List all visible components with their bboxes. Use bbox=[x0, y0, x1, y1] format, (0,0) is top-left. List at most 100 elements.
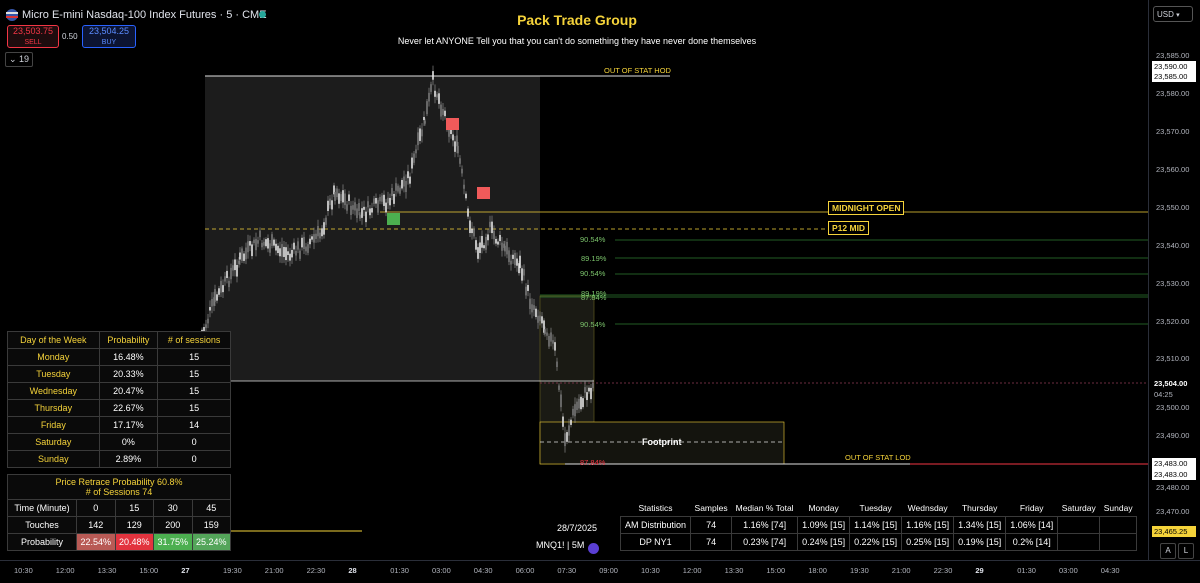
candle-body bbox=[323, 222, 325, 235]
candle-body bbox=[582, 398, 584, 408]
time-tick: 12:00 bbox=[55, 566, 75, 575]
time-tick: 18:00 bbox=[808, 566, 827, 575]
price-tick: 23,510.00 bbox=[1156, 354, 1190, 363]
log-scale-button[interactable]: L bbox=[1178, 543, 1194, 559]
candle-body bbox=[401, 179, 403, 189]
table-row: Sunday 2.89% 0 bbox=[7, 450, 231, 468]
table-header-row: Statistics Samples Median % Total Monday… bbox=[621, 500, 1137, 517]
candle-body bbox=[395, 183, 397, 191]
last-price-tag: 23,504.00 bbox=[1152, 378, 1196, 389]
candle-body bbox=[444, 110, 446, 117]
candle-body bbox=[243, 253, 245, 261]
candle-body bbox=[273, 239, 275, 246]
touches-cell: 159 bbox=[191, 516, 231, 534]
candle-body bbox=[257, 240, 259, 244]
retrace-probability: Price Retrace Probability 60.8% bbox=[55, 477, 183, 487]
candle-body bbox=[338, 193, 340, 204]
candle-body bbox=[214, 288, 216, 302]
candle-body bbox=[263, 241, 265, 246]
candle-body bbox=[516, 258, 518, 266]
candle-body bbox=[578, 398, 580, 409]
tagline: Never let ANYONE Tell you that you can't… bbox=[397, 36, 757, 46]
table-header: Samples bbox=[694, 503, 728, 513]
candle-body bbox=[523, 269, 525, 276]
candle-body bbox=[344, 193, 346, 206]
table-row: Wednesday 20.47% 15 bbox=[7, 382, 231, 400]
candle-body bbox=[399, 187, 401, 194]
candle-body bbox=[514, 252, 516, 266]
time-cell: 45 bbox=[191, 499, 231, 517]
table-header: # of sessions bbox=[157, 331, 231, 349]
candle-body bbox=[325, 217, 327, 225]
candle-body bbox=[251, 244, 253, 257]
candle-body bbox=[269, 243, 271, 253]
time-cell: 15 bbox=[114, 499, 154, 517]
buy-label: BUY bbox=[101, 39, 117, 46]
sell-button[interactable]: 23,503.75 SELL bbox=[7, 25, 59, 48]
candle-body bbox=[249, 241, 251, 246]
instrument-title[interactable]: Micro E-mini Nasdaq-100 Index Futures · … bbox=[22, 9, 267, 21]
time-tick: 09:00 bbox=[599, 566, 618, 575]
lightning-icon[interactable] bbox=[588, 543, 599, 554]
candle-body bbox=[471, 228, 473, 234]
candle-body bbox=[317, 225, 319, 237]
buy-button[interactable]: 23,504.25 BUY bbox=[82, 25, 136, 48]
probability-cell: 2.89% bbox=[98, 450, 159, 468]
time-tick: 21:00 bbox=[264, 566, 284, 575]
market-open-status-icon bbox=[259, 11, 266, 18]
candle-body bbox=[564, 433, 566, 447]
candle-body bbox=[224, 276, 226, 282]
candle-body bbox=[572, 408, 574, 416]
day-of-week-table: Day of the Week Probability # of session… bbox=[7, 331, 231, 468]
probability-cell: 25.24% bbox=[191, 533, 231, 551]
time-tick: 12:00 bbox=[682, 566, 702, 575]
spread-value: 0.50 bbox=[62, 32, 78, 41]
candle-body bbox=[287, 251, 289, 256]
candle-body bbox=[521, 268, 523, 281]
candle-body bbox=[348, 194, 350, 201]
candle-body bbox=[506, 241, 508, 255]
candle-body bbox=[220, 280, 222, 293]
table-row: Thursday 22.67% 15 bbox=[7, 399, 231, 417]
candle-body bbox=[436, 94, 438, 98]
candle-body bbox=[211, 298, 213, 307]
candle-body bbox=[295, 250, 297, 256]
candle-body bbox=[432, 71, 434, 80]
candle-body bbox=[277, 245, 279, 254]
candle-body bbox=[297, 241, 299, 250]
table-header: Statistics bbox=[638, 503, 673, 513]
stat-cell: 1.16% [15] bbox=[901, 516, 955, 534]
auto-scale-button[interactable]: A bbox=[1160, 543, 1176, 559]
candle-body bbox=[329, 198, 331, 206]
candle-body bbox=[430, 84, 432, 92]
currency-selector[interactable]: USD ▾ bbox=[1153, 6, 1193, 22]
statistics-table: Statistics Samples Median % Total Monday… bbox=[619, 500, 1138, 551]
candle-body bbox=[331, 200, 333, 210]
stat-pct-red-label: 87.84% bbox=[580, 458, 606, 467]
candle-body bbox=[301, 237, 303, 248]
candle-body bbox=[403, 176, 405, 187]
candle-body bbox=[340, 194, 342, 201]
table-header: Friday bbox=[1019, 503, 1044, 513]
candle-body bbox=[218, 288, 220, 295]
touches-cell: 129 bbox=[114, 516, 154, 534]
candle-body bbox=[303, 236, 305, 249]
candle-body bbox=[442, 108, 444, 115]
day-label: Sunday bbox=[7, 450, 100, 468]
stat-cell: 1.16% [74] bbox=[731, 516, 799, 534]
symbol-label: MNQ1! | 5M bbox=[536, 540, 585, 550]
candle-body bbox=[358, 203, 360, 211]
time-tick: 01:30 bbox=[1017, 566, 1036, 575]
time-cell: 0 bbox=[76, 499, 116, 517]
stat-cell: 1.06% [14] bbox=[1005, 516, 1059, 534]
indicators-toggle[interactable]: ⌄ 19 bbox=[5, 52, 33, 67]
stat-price-tag: 23,465.25 bbox=[1152, 526, 1196, 537]
probability-cell: 0% bbox=[98, 433, 159, 451]
candle-body bbox=[327, 200, 329, 211]
sessions-cell: 15 bbox=[157, 365, 231, 383]
stat-cell bbox=[1057, 516, 1101, 534]
candle-body bbox=[222, 285, 224, 293]
candle-body bbox=[512, 254, 514, 259]
price-tick: 23,580.00 bbox=[1156, 89, 1190, 98]
stat-cell: 0.19% [15] bbox=[953, 533, 1007, 551]
